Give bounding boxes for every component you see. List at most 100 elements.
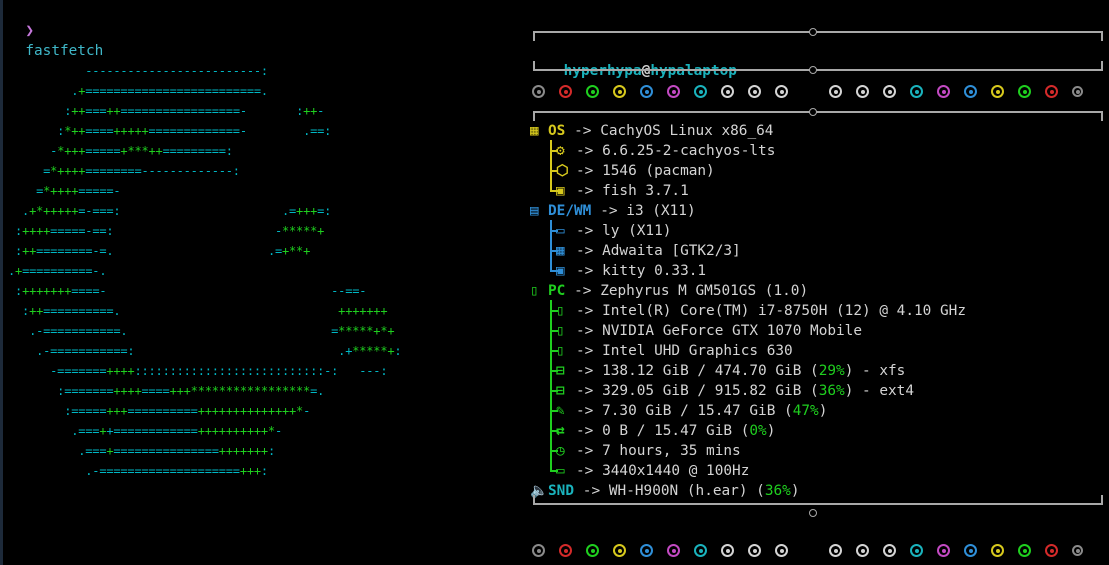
logo-fragment: .===: [8, 444, 107, 458]
info-value: WH-H900N (h.ear) (36%): [609, 481, 800, 501]
info-value: 6.6.25-2-cachyos-lts: [602, 143, 776, 159]
info-panel: hyperhypa@hypalaptop ▦ OS -> CachyOS Linux …: [520, 0, 1109, 565]
logo-fragment: +: [15, 264, 23, 278]
logo-fragment: ====-: [71, 284, 107, 298]
logo-fragment: *****+: [352, 344, 395, 358]
color-swatch-icon: [532, 85, 545, 98]
logo-fragment: .-===========:: [8, 344, 135, 358]
logo-fragment: ++: [29, 304, 44, 318]
gear-icon: ⚙: [556, 143, 565, 159]
info-value: kitty 0.33.1: [602, 263, 707, 279]
color-swatch-icon: [964, 544, 977, 557]
info-key: PC: [548, 283, 566, 299]
logo-fragment: --==-: [106, 284, 367, 298]
info-key: SND: [548, 483, 574, 499]
info-arrow: ->: [576, 403, 594, 419]
color-swatch-icon: [721, 544, 734, 557]
logo-line: :++++=====-==: -*****+: [8, 225, 324, 237]
monitor-icon: ▭: [556, 223, 565, 239]
logo-fragment: =====-==:: [50, 224, 114, 238]
logo-line: :+++++++====- --==-: [8, 285, 366, 297]
logo-fragment: -=======: [8, 364, 107, 378]
usage-percent: 0%: [749, 423, 767, 439]
clock-icon: ◷: [556, 443, 565, 459]
value-suffix: ) - xfs: [844, 363, 906, 379]
frame-tick: [533, 61, 535, 71]
color-swatch-icon: [613, 544, 626, 557]
value-prefix: 7.30 GiB / 15.47 GiB (: [602, 403, 793, 419]
logo-line: .+==========-.: [8, 264, 107, 278]
logo-fragment: :: [267, 444, 275, 458]
info-value: CachyOS Linux x86_64: [600, 123, 774, 139]
frame-knob: [809, 28, 817, 36]
info-row-shell: ▣ -> fish 3.7.1: [520, 181, 1100, 201]
info-row-disk2: ⊟ -> 329.05 GiB / 915.82 GiB (36%) - ext4: [520, 381, 1100, 401]
color-swatch-icon: [640, 85, 653, 98]
gpu-icon: ▯: [556, 343, 565, 359]
logo-fragment: +***++: [120, 144, 163, 158]
frame-knob: [809, 108, 817, 116]
value-prefix: 138.12 GiB / 474.70 GiB (: [602, 363, 819, 379]
info-value: i3 (X11): [626, 203, 696, 219]
logo-fragment: +++: [239, 464, 261, 478]
logo-fragment: -: [317, 104, 325, 118]
logo-line: :=====+++==========++++++++++++++*-: [8, 405, 310, 417]
chip-icon: ▯: [530, 283, 539, 299]
logo-fragment: -: [8, 144, 58, 158]
logo-fragment: ++++++++++*: [197, 424, 275, 438]
logo-line: .+*+++++=-===: .=+++=:: [8, 205, 331, 217]
logo-fragment: ========-------------:: [85, 164, 240, 178]
color-swatch-icon: [694, 85, 707, 98]
logo-fragment: -: [274, 424, 282, 438]
color-swatch-icon: [559, 544, 572, 557]
logo-fragment: :: [8, 124, 65, 138]
logo-fragment: ++++: [22, 224, 51, 238]
info-value: Intel UHD Graphics 630: [602, 343, 793, 359]
logo-fragment: :::::::::::::::::::::::::::-:: [134, 364, 339, 378]
color-swatch-icon: [640, 544, 653, 557]
color-swatch-icon: [991, 544, 1004, 557]
cpu-icon: ▯: [556, 303, 565, 319]
color-swatch-icon: [1072, 545, 1083, 556]
value-suffix: ) - ext4: [844, 383, 915, 399]
gpu-icon: ▯: [556, 323, 565, 339]
info-arrow: ->: [576, 303, 594, 319]
logo-fragment: *+++: [57, 144, 86, 158]
logo-line: :++===++=================- :++-: [8, 105, 324, 117]
info-arrow: ->: [576, 343, 594, 359]
logo-fragment: :=====: [8, 404, 107, 418]
logo-fragment: =: [8, 184, 44, 198]
value-suffix: ): [790, 483, 800, 499]
frame-knob: [809, 66, 817, 74]
value-prefix: 329.05 GiB / 915.82 GiB (: [602, 383, 819, 399]
logo-fragment: =================-: [120, 104, 247, 118]
logo-line: =*++++========-------------:: [8, 165, 240, 177]
info-value: NVIDIA GeForce GTX 1070 Mobile: [602, 323, 863, 339]
frame-knob: [809, 509, 817, 517]
logo-line: .-====================+++:: [8, 465, 268, 477]
logo-line: -=======++++:::::::::::::::::::::::::::-…: [8, 365, 387, 377]
info-arrow: ->: [576, 443, 594, 459]
logo-line: -------------------------:: [8, 65, 268, 77]
logo-fragment: *****+: [282, 224, 325, 238]
info-row-gpu2: ▯ -> Intel UHD Graphics 630: [520, 341, 1100, 361]
color-swatch-icon: [937, 85, 950, 98]
value-prefix: WH-H900N (h.ear) (: [608, 483, 765, 499]
logo-fragment: +*+++++: [29, 204, 79, 218]
color-swatch-icon: [559, 85, 572, 98]
color-swatch-icon: [748, 85, 761, 98]
ascii-logo: -------------------------: .+===========…: [8, 0, 508, 565]
logo-fragment: :: [8, 284, 23, 298]
logo-line: =*++++=====-: [8, 184, 121, 198]
logo-fragment: -: [113, 224, 282, 238]
logo-fragment: ++: [106, 104, 121, 118]
logo-fragment: ++: [22, 244, 37, 258]
frame-tick: [533, 495, 535, 505]
logo-fragment: :: [8, 104, 72, 118]
info-arrow: ->: [600, 203, 618, 219]
frame-tick: [533, 111, 535, 121]
terminal-icon: ▣: [556, 263, 565, 279]
info-key: DE/WM: [548, 203, 592, 219]
color-swatch-icon: [1045, 85, 1058, 98]
memory-icon: ✎: [556, 403, 565, 419]
